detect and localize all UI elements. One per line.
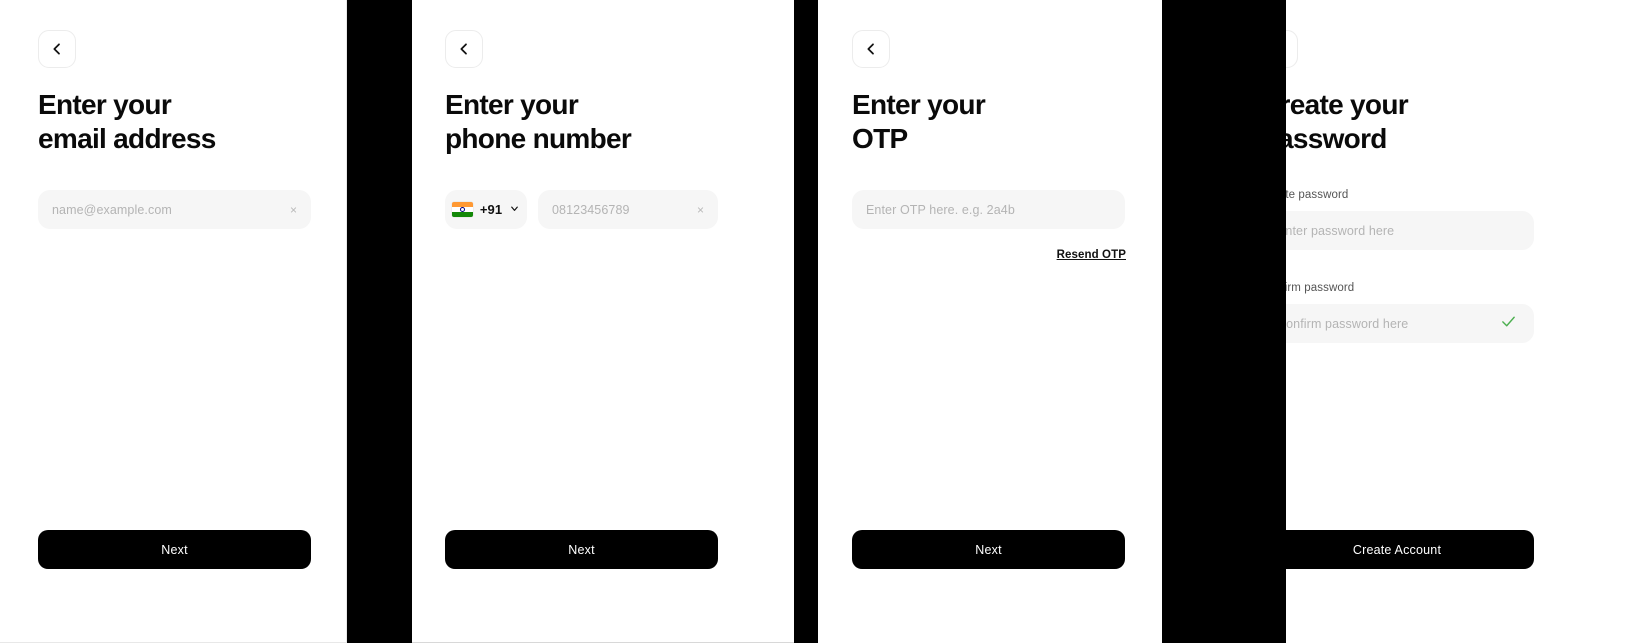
chevron-left-icon: [1286, 41, 1287, 57]
chevron-left-icon: [863, 41, 879, 57]
otp-input-placeholder: Enter OTP here. e.g. 2a4b: [866, 202, 1015, 217]
page-title: Enter your email address: [38, 89, 216, 155]
back-button[interactable]: [445, 30, 483, 68]
page-title: Enter your phone number: [445, 89, 632, 155]
next-button[interactable]: Next: [852, 530, 1125, 569]
check-icon: [1500, 313, 1517, 335]
india-flag-icon: [451, 202, 473, 217]
country-code-select[interactable]: +91: [445, 190, 527, 229]
confirm-password-label: Confirm password: [1286, 282, 1355, 294]
otp-field[interactable]: Enter OTP here. e.g. 2a4b: [852, 190, 1125, 229]
screen-password: Create your Password Create password Ent…: [1286, 0, 1648, 643]
back-button[interactable]: [852, 30, 890, 68]
confirm-password-placeholder: Confirm password here: [1286, 316, 1409, 331]
page-title: Enter your OTP: [852, 89, 986, 155]
screen-email: Enter your email address name@example.co…: [0, 0, 347, 643]
back-button[interactable]: [38, 30, 76, 68]
signup-flow-screens: Enter your email address name@example.co…: [0, 0, 1648, 643]
clear-icon[interactable]: ×: [284, 204, 297, 216]
next-button[interactable]: Next: [445, 530, 718, 569]
chevron-left-icon: [456, 41, 472, 57]
back-button[interactable]: [1286, 30, 1298, 68]
resend-otp-link[interactable]: Resend OTP: [1057, 249, 1126, 261]
chevron-down-icon: [509, 201, 520, 219]
confirm-password-field[interactable]: Confirm password here: [1286, 304, 1534, 343]
phone-input-placeholder: 08123456789: [552, 202, 630, 217]
email-field[interactable]: name@example.com ×: [38, 190, 311, 229]
screen-otp: Enter your OTP Enter OTP here. e.g. 2a4b…: [818, 0, 1162, 643]
create-password-label: Create password: [1286, 189, 1349, 201]
email-input-placeholder: name@example.com: [52, 202, 172, 217]
clear-icon[interactable]: ×: [691, 204, 704, 216]
page-title: Create your Password: [1286, 89, 1409, 155]
create-account-button[interactable]: Create Account: [1286, 530, 1534, 569]
phone-field[interactable]: 08123456789 ×: [538, 190, 718, 229]
dial-code-label: +91: [479, 202, 503, 217]
create-password-placeholder: Enter password here: [1286, 223, 1395, 238]
next-button[interactable]: Next: [38, 530, 311, 569]
screen-phone: Enter your phone number +91 08123456789 …: [412, 0, 794, 643]
create-password-field[interactable]: Enter password here: [1286, 211, 1534, 250]
chevron-left-icon: [49, 41, 65, 57]
